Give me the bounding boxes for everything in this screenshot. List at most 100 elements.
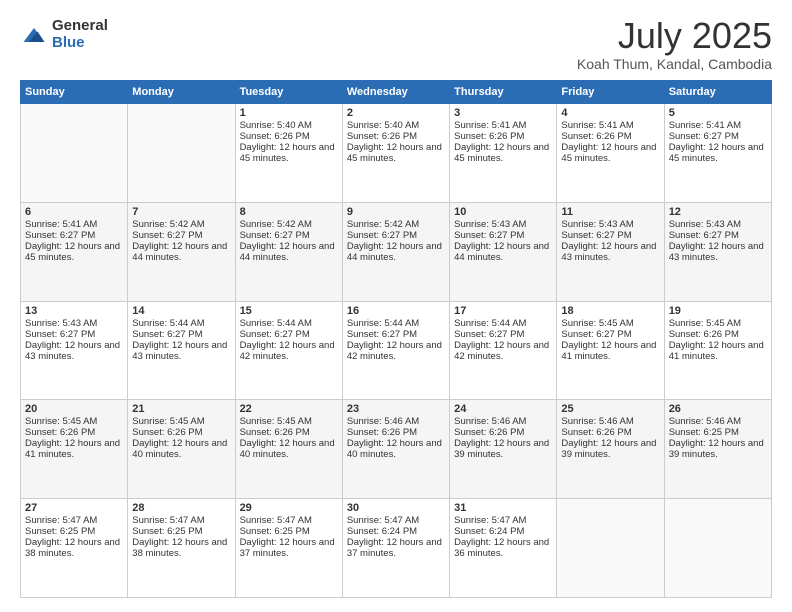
header-tuesday: Tuesday: [235, 81, 342, 104]
daylight-text: Daylight: 12 hours and 39 minutes.: [561, 438, 659, 460]
cell-1-3: 9Sunrise: 5:42 AMSunset: 6:27 PMDaylight…: [342, 202, 449, 301]
daylight-text: Daylight: 12 hours and 45 minutes.: [561, 142, 659, 164]
header-sunday: Sunday: [21, 81, 128, 104]
day-number: 28: [132, 502, 230, 514]
sunset-text: Sunset: 6:26 PM: [240, 427, 338, 438]
sunrise-text: Sunrise: 5:40 AM: [240, 120, 338, 131]
sunset-text: Sunset: 6:27 PM: [454, 329, 552, 340]
sunset-text: Sunset: 6:27 PM: [132, 329, 230, 340]
day-number: 19: [669, 305, 767, 317]
sunrise-text: Sunrise: 5:46 AM: [347, 416, 445, 427]
sunrise-text: Sunrise: 5:45 AM: [240, 416, 338, 427]
cell-1-5: 11Sunrise: 5:43 AMSunset: 6:27 PMDayligh…: [557, 202, 664, 301]
sunrise-text: Sunrise: 5:45 AM: [669, 318, 767, 329]
cell-3-6: 26Sunrise: 5:46 AMSunset: 6:25 PMDayligh…: [664, 400, 771, 499]
sunrise-text: Sunrise: 5:41 AM: [25, 219, 123, 230]
sunrise-text: Sunrise: 5:47 AM: [132, 515, 230, 526]
daylight-text: Daylight: 12 hours and 44 minutes.: [347, 241, 445, 263]
cell-2-0: 13Sunrise: 5:43 AMSunset: 6:27 PMDayligh…: [21, 301, 128, 400]
daylight-text: Daylight: 12 hours and 43 minutes.: [561, 241, 659, 263]
sunset-text: Sunset: 6:26 PM: [132, 427, 230, 438]
sunset-text: Sunset: 6:27 PM: [669, 230, 767, 241]
calendar-body: 1Sunrise: 5:40 AMSunset: 6:26 PMDaylight…: [21, 104, 772, 598]
sunset-text: Sunset: 6:26 PM: [347, 427, 445, 438]
cell-0-4: 3Sunrise: 5:41 AMSunset: 6:26 PMDaylight…: [450, 104, 557, 203]
daylight-text: Daylight: 12 hours and 43 minutes.: [132, 340, 230, 362]
cell-4-4: 31Sunrise: 5:47 AMSunset: 6:24 PMDayligh…: [450, 499, 557, 598]
sunrise-text: Sunrise: 5:43 AM: [454, 219, 552, 230]
cell-1-4: 10Sunrise: 5:43 AMSunset: 6:27 PMDayligh…: [450, 202, 557, 301]
sunrise-text: Sunrise: 5:47 AM: [454, 515, 552, 526]
logo-icon: [20, 21, 48, 49]
day-number: 14: [132, 305, 230, 317]
header-saturday: Saturday: [664, 81, 771, 104]
daylight-text: Daylight: 12 hours and 45 minutes.: [240, 142, 338, 164]
cell-1-2: 8Sunrise: 5:42 AMSunset: 6:27 PMDaylight…: [235, 202, 342, 301]
cell-4-3: 30Sunrise: 5:47 AMSunset: 6:24 PMDayligh…: [342, 499, 449, 598]
sunset-text: Sunset: 6:26 PM: [240, 131, 338, 142]
day-number: 8: [240, 206, 338, 218]
week-row-3: 13Sunrise: 5:43 AMSunset: 6:27 PMDayligh…: [21, 301, 772, 400]
sunrise-text: Sunrise: 5:43 AM: [669, 219, 767, 230]
day-number: 20: [25, 403, 123, 415]
cell-0-1: [128, 104, 235, 203]
daylight-text: Daylight: 12 hours and 44 minutes.: [454, 241, 552, 263]
daylight-text: Daylight: 12 hours and 39 minutes.: [454, 438, 552, 460]
sunset-text: Sunset: 6:27 PM: [347, 230, 445, 241]
daylight-text: Daylight: 12 hours and 40 minutes.: [347, 438, 445, 460]
day-number: 17: [454, 305, 552, 317]
sunset-text: Sunset: 6:27 PM: [347, 329, 445, 340]
sunrise-text: Sunrise: 5:41 AM: [669, 120, 767, 131]
sunset-text: Sunset: 6:26 PM: [669, 329, 767, 340]
day-number: 30: [347, 502, 445, 514]
sunrise-text: Sunrise: 5:40 AM: [347, 120, 445, 131]
sunset-text: Sunset: 6:27 PM: [25, 230, 123, 241]
cell-3-3: 23Sunrise: 5:46 AMSunset: 6:26 PMDayligh…: [342, 400, 449, 499]
sunrise-text: Sunrise: 5:45 AM: [561, 318, 659, 329]
cell-3-0: 20Sunrise: 5:45 AMSunset: 6:26 PMDayligh…: [21, 400, 128, 499]
day-number: 10: [454, 206, 552, 218]
daylight-text: Daylight: 12 hours and 40 minutes.: [132, 438, 230, 460]
daylight-text: Daylight: 12 hours and 43 minutes.: [669, 241, 767, 263]
sunrise-text: Sunrise: 5:46 AM: [454, 416, 552, 427]
sunset-text: Sunset: 6:27 PM: [240, 230, 338, 241]
daylight-text: Daylight: 12 hours and 45 minutes.: [347, 142, 445, 164]
day-number: 23: [347, 403, 445, 415]
sunrise-text: Sunrise: 5:47 AM: [347, 515, 445, 526]
cell-1-1: 7Sunrise: 5:42 AMSunset: 6:27 PMDaylight…: [128, 202, 235, 301]
day-number: 7: [132, 206, 230, 218]
cell-3-2: 22Sunrise: 5:45 AMSunset: 6:26 PMDayligh…: [235, 400, 342, 499]
day-number: 29: [240, 502, 338, 514]
header-thursday: Thursday: [450, 81, 557, 104]
cell-2-5: 18Sunrise: 5:45 AMSunset: 6:27 PMDayligh…: [557, 301, 664, 400]
daylight-text: Daylight: 12 hours and 45 minutes.: [25, 241, 123, 263]
sunrise-text: Sunrise: 5:44 AM: [132, 318, 230, 329]
sunrise-text: Sunrise: 5:44 AM: [240, 318, 338, 329]
daylight-text: Daylight: 12 hours and 44 minutes.: [240, 241, 338, 263]
calendar-header: Sunday Monday Tuesday Wednesday Thursday…: [21, 81, 772, 104]
sunset-text: Sunset: 6:27 PM: [132, 230, 230, 241]
cell-1-6: 12Sunrise: 5:43 AMSunset: 6:27 PMDayligh…: [664, 202, 771, 301]
sunrise-text: Sunrise: 5:47 AM: [240, 515, 338, 526]
week-row-1: 1Sunrise: 5:40 AMSunset: 6:26 PMDaylight…: [21, 104, 772, 203]
sunrise-text: Sunrise: 5:41 AM: [454, 120, 552, 131]
day-number: 27: [25, 502, 123, 514]
daylight-text: Daylight: 12 hours and 42 minutes.: [454, 340, 552, 362]
sunset-text: Sunset: 6:27 PM: [561, 230, 659, 241]
sunset-text: Sunset: 6:25 PM: [25, 526, 123, 537]
day-number: 1: [240, 107, 338, 119]
sunset-text: Sunset: 6:25 PM: [240, 526, 338, 537]
logo: General Blue: [20, 18, 108, 51]
daylight-text: Daylight: 12 hours and 38 minutes.: [25, 537, 123, 559]
daylight-text: Daylight: 12 hours and 36 minutes.: [454, 537, 552, 559]
day-number: 11: [561, 206, 659, 218]
sunrise-text: Sunrise: 5:43 AM: [25, 318, 123, 329]
sunrise-text: Sunrise: 5:46 AM: [561, 416, 659, 427]
daylight-text: Daylight: 12 hours and 37 minutes.: [240, 537, 338, 559]
day-number: 2: [347, 107, 445, 119]
day-number: 22: [240, 403, 338, 415]
cell-4-1: 28Sunrise: 5:47 AMSunset: 6:25 PMDayligh…: [128, 499, 235, 598]
sunset-text: Sunset: 6:26 PM: [454, 131, 552, 142]
day-number: 15: [240, 305, 338, 317]
sunrise-text: Sunrise: 5:46 AM: [669, 416, 767, 427]
